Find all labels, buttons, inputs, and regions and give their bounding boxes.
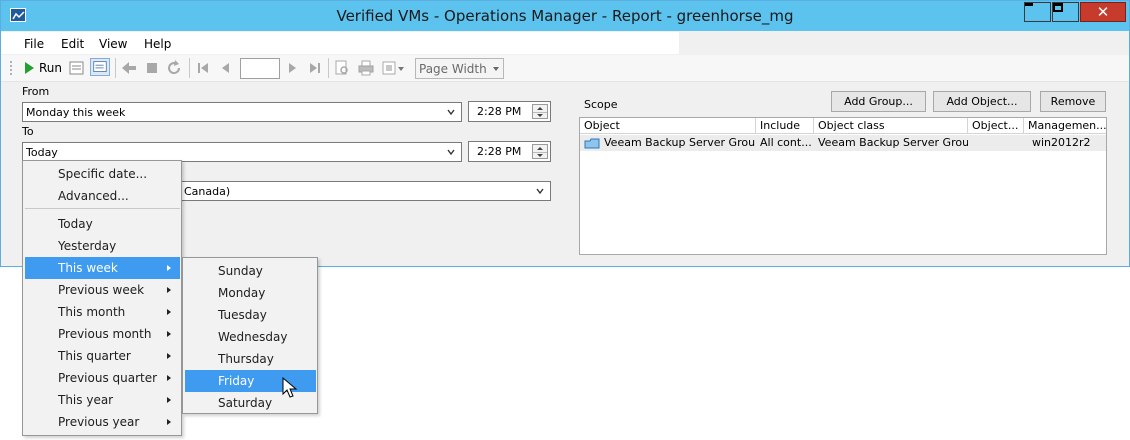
from-time-input[interactable]: 2:28 PM xyxy=(468,101,551,122)
scope-label: Scope xyxy=(584,98,618,111)
submenu-arrow-icon xyxy=(167,265,171,271)
to-time-spinner[interactable] xyxy=(532,144,548,159)
menu-item-previous-year[interactable]: Previous year xyxy=(25,411,180,433)
chevron-down-icon xyxy=(536,188,544,195)
back-arrow-icon[interactable] xyxy=(121,59,137,77)
menu-separator xyxy=(25,208,180,209)
column-object[interactable]: Object xyxy=(580,118,756,134)
column-include[interactable]: Include xyxy=(756,118,814,134)
table-row[interactable]: Veeam Backup Server Group All cont... Ve… xyxy=(580,135,1106,151)
to-combo[interactable]: Today xyxy=(22,142,462,162)
to-label: To xyxy=(22,125,34,138)
mouse-pointer-icon xyxy=(282,377,298,398)
submenu-item-sunday[interactable]: Sunday xyxy=(185,260,316,282)
row-management: win2012r2 xyxy=(1032,136,1091,149)
from-label: From xyxy=(22,85,50,98)
minimize-icon xyxy=(1025,3,1033,6)
report-toolbar: Run Page Width xyxy=(1,55,1129,82)
submenu-arrow-icon xyxy=(167,309,171,315)
to-combo-value: Today xyxy=(26,146,58,159)
document-map-icon[interactable] xyxy=(89,58,111,76)
page-number-input[interactable] xyxy=(240,58,280,79)
menu-item-today[interactable]: Today xyxy=(25,213,180,235)
menu-item-specific-date[interactable]: Specific date... xyxy=(25,163,180,185)
submenu-arrow-icon xyxy=(167,331,171,337)
menu-view[interactable]: View xyxy=(99,37,127,51)
row-object-extra xyxy=(968,135,1024,151)
print-preview-icon[interactable] xyxy=(334,59,350,77)
print-icon[interactable] xyxy=(358,59,374,77)
minimize-button[interactable] xyxy=(1024,2,1051,22)
submenu-arrow-icon xyxy=(167,375,171,381)
close-icon: ✕ xyxy=(1096,3,1110,21)
toolbar-separator xyxy=(189,58,190,78)
menu-edit[interactable]: Edit xyxy=(61,37,84,51)
menu-bar: File Edit View Help xyxy=(1,32,679,54)
from-combo-value: Monday this week xyxy=(26,106,126,119)
stop-icon[interactable] xyxy=(145,59,159,77)
chevron-down-icon xyxy=(447,109,455,116)
toolbar-separator xyxy=(328,58,329,78)
next-page-icon[interactable] xyxy=(287,59,299,77)
timezone-combo-value: Canada) xyxy=(184,185,231,198)
remove-button[interactable]: Remove xyxy=(1040,91,1106,112)
last-page-icon[interactable] xyxy=(308,59,322,77)
maximize-icon xyxy=(1053,3,1063,12)
submenu-arrow-icon xyxy=(167,419,171,425)
maximize-button[interactable] xyxy=(1052,2,1079,22)
scope-grid: Object Include Object class Object... Ma… xyxy=(579,117,1107,255)
menu-item-this-quarter[interactable]: This quarter xyxy=(25,345,180,367)
timezone-combo[interactable]: Canada) xyxy=(171,181,551,201)
from-combo[interactable]: Monday this week xyxy=(22,102,462,122)
window-title: Verified VMs - Operations Manager - Repo… xyxy=(336,7,794,25)
chevron-down-icon xyxy=(447,149,455,156)
menu-item-this-year[interactable]: This year xyxy=(25,389,180,411)
submenu-item-wednesday[interactable]: Wednesday xyxy=(185,326,316,348)
submenu-item-tuesday[interactable]: Tuesday xyxy=(185,304,316,326)
submenu-arrow-icon xyxy=(167,353,171,359)
export-icon[interactable] xyxy=(381,59,407,77)
row-include: All cont... xyxy=(760,136,812,149)
previous-page-icon[interactable] xyxy=(219,59,231,77)
zoom-select-value: Page Width xyxy=(419,62,487,76)
group-icon xyxy=(584,138,600,149)
submenu-arrow-icon xyxy=(167,287,171,293)
toolbar-separator xyxy=(115,58,116,78)
add-object-button[interactable]: Add Object... xyxy=(933,91,1031,112)
zoom-select[interactable]: Page Width xyxy=(415,58,504,79)
menu-item-previous-week[interactable]: Previous week xyxy=(25,279,180,301)
submenu-arrow-icon xyxy=(167,397,171,403)
refresh-icon[interactable] xyxy=(166,59,182,77)
to-time-value: 2:28 PM xyxy=(477,145,522,158)
menu-item-previous-quarter[interactable]: Previous quarter xyxy=(25,367,180,389)
parameters-icon[interactable] xyxy=(69,59,85,77)
from-time-value: 2:28 PM xyxy=(477,105,522,118)
menu-item-yesterday[interactable]: Yesterday xyxy=(25,235,180,257)
menu-item-this-month[interactable]: This month xyxy=(25,301,180,323)
first-page-icon[interactable] xyxy=(196,59,210,77)
menu-help[interactable]: Help xyxy=(144,37,171,51)
row-object: Veeam Backup Server Group xyxy=(604,136,756,149)
menu-file[interactable]: File xyxy=(24,37,44,51)
date-dropdown-menu: Specific date... Advanced... Today Yeste… xyxy=(22,160,182,436)
menu-item-previous-month[interactable]: Previous month xyxy=(25,323,180,345)
row-object-class: Veeam Backup Server Group xyxy=(818,136,968,149)
menu-item-advanced[interactable]: Advanced... xyxy=(25,185,180,207)
title-bar[interactable]: Verified VMs - Operations Manager - Repo… xyxy=(1,1,1129,31)
from-time-spinner[interactable] xyxy=(532,104,548,119)
column-management[interactable]: Managemen... xyxy=(1024,118,1106,134)
add-group-button[interactable]: Add Group... xyxy=(831,91,926,112)
column-object-class[interactable]: Object class xyxy=(814,118,968,134)
run-play-icon[interactable] xyxy=(23,59,35,77)
toolbar-grip[interactable] xyxy=(9,60,13,76)
column-object-extra[interactable]: Object... xyxy=(968,118,1024,134)
run-button[interactable]: Run xyxy=(39,61,62,75)
submenu-item-monday[interactable]: Monday xyxy=(185,282,316,304)
scope-grid-header: Object Include Object class Object... Ma… xyxy=(580,118,1106,134)
submenu-item-thursday[interactable]: Thursday xyxy=(185,348,316,370)
chevron-down-icon xyxy=(493,67,499,71)
close-button[interactable]: ✕ xyxy=(1080,2,1126,22)
to-time-input[interactable]: 2:28 PM xyxy=(468,141,551,162)
menu-item-this-week[interactable]: This week xyxy=(25,257,180,279)
